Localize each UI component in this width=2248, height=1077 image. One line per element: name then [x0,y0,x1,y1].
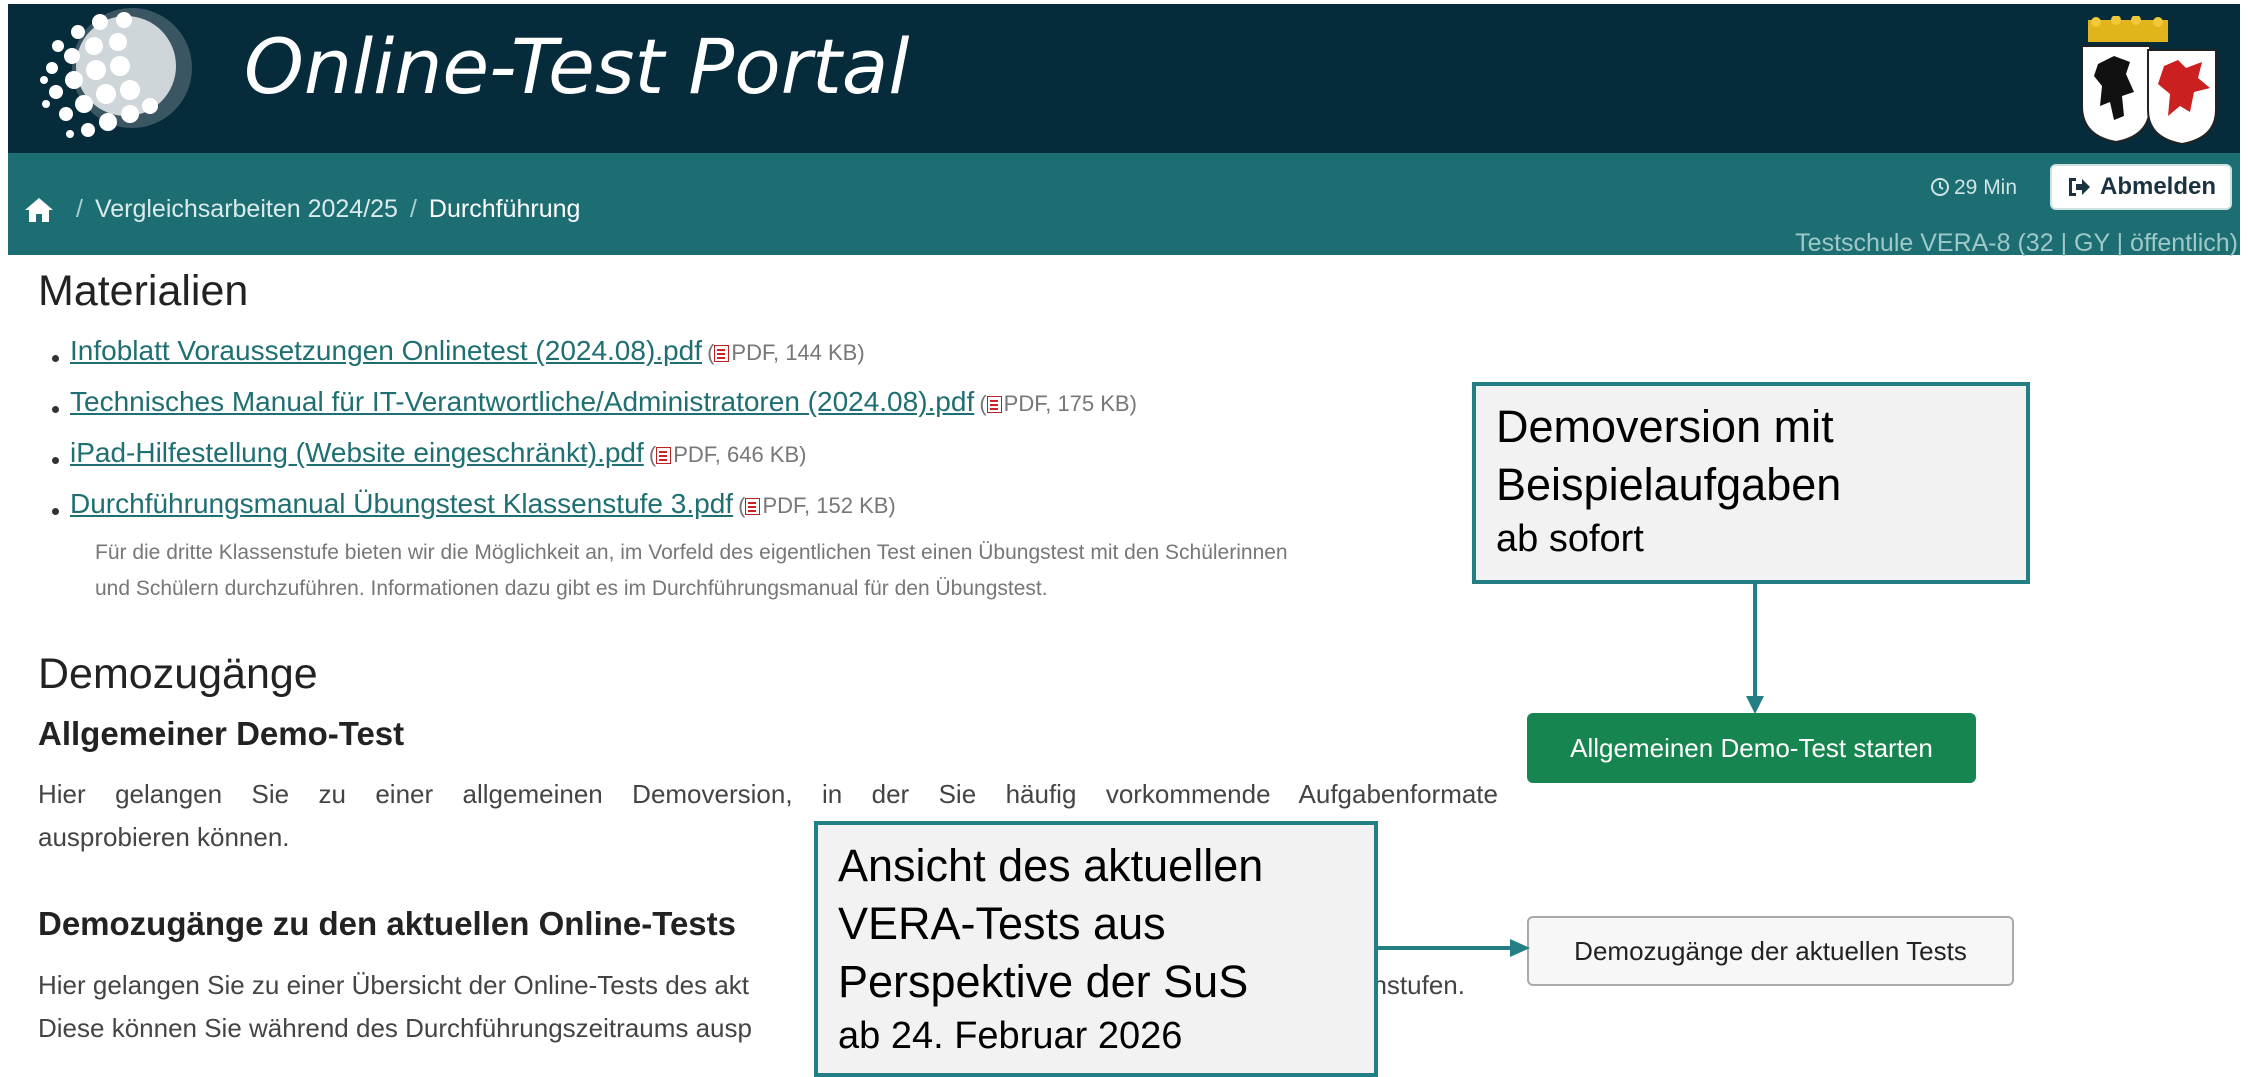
callout-line: Demoversion mit [1496,401,1834,452]
general-demo-heading: Allgemeiner Demo-Test [38,715,405,752]
list-item: Durchführungsmanual Übungstest Klassenst… [52,488,1137,539]
timer-value: 29 Min [1954,176,2018,199]
materials-list: Infoblatt Voraussetzungen Onlinetest (20… [52,335,1137,539]
logout-label: Abmelden [2099,173,2216,200]
materials-heading: Materialien [38,267,249,315]
clock-icon [1931,178,1949,196]
list-item: Infoblatt Voraussetzungen Onlinetest (20… [52,335,1137,386]
callout-arrow-right-icon [1376,939,1530,957]
breadcrumb: / Vergleichsarbeiten 2024/25 / Durchführung [64,195,580,224]
current-demos-button[interactable]: Demozugänge der aktuellen Tests [1527,916,2014,986]
material-link[interactable]: iPad-Hilfestellung (Website eingeschränk… [70,437,644,468]
callout-line: Perspektive der SuS [838,956,1249,1007]
text-line: Hier gelangen Sie zu einer allgemeinen D… [38,779,1498,809]
file-meta: (PDF, 152 KB) [738,493,896,518]
school-info: Testschule VERA-8 (32 | GY | öffentlich) [1795,229,2238,257]
start-general-demo-button[interactable]: Allgemeinen Demo-Test starten [1527,713,1976,783]
material-link[interactable]: Technisches Manual für IT-Verantwortlich… [70,386,974,417]
current-demo-heading: Demozugänge zu den aktuellen Online-Test… [38,905,736,942]
callout-line: ab 24. Februar 2026 [838,1015,1183,1057]
callout-demo-version: Demoversion mit Beispielaufgaben ab sofo… [1472,382,2030,584]
callout-current-tests: Ansicht des aktuellen VERA-Tests aus Per… [814,821,1378,1077]
session-timer: 29 Min [1930,176,2017,200]
breadcrumb-current: Durchführung [428,195,581,223]
breadcrumb-separator: / [76,195,83,223]
file-meta: (PDF, 646 KB) [648,442,807,467]
breadcrumb-separator: / [409,195,417,223]
pdf-icon [656,447,672,464]
pdf-icon [745,498,761,515]
callout-line: VERA-Tests aus [838,898,1166,949]
file-meta: (PDF, 175 KB) [979,391,1137,416]
page-title: Online-Test Portal [244,22,910,111]
list-item: iPad-Hilfestellung (Website eingeschränk… [52,437,1137,488]
page-frame: Online-Test Portal / Vergleichsarbeiten 2… [8,4,2240,1077]
callout-line: Beispielaufgaben [1496,459,1842,510]
portal-logo-icon [40,8,192,138]
file-meta: (PDF, 144 KB) [707,340,865,365]
header-bar: Online-Test Portal [8,4,2240,153]
note-line: und Schülern durchzuführen. Informatione… [95,577,1048,600]
demo-heading: Demozugänge [38,650,318,698]
sign-out-icon [2068,178,2090,196]
material-link[interactable]: Durchführungsmanual Übungstest Klassenst… [70,488,733,519]
callout-arrow-down-icon [1746,582,1764,714]
breadcrumb-link-vergleichsarbeiten[interactable]: Vergleichsarbeiten 2024/25 [95,195,398,223]
material-link[interactable]: Infoblatt Voraussetzungen Onlinetest (20… [70,335,702,366]
nav-bar: / Vergleichsarbeiten 2024/25 / Durchführung… [8,153,2240,257]
logout-button[interactable]: Abmelden [2050,164,2232,210]
home-icon[interactable] [24,197,54,223]
practice-test-note: Für die dritte Klassenstufe bieten wir d… [95,535,1495,607]
note-line: Für die dritte Klassenstufe bieten wir d… [95,541,1288,564]
text-line: Hier gelangen Sie zu einer Übersicht der… [38,970,750,1000]
list-item: Technisches Manual für IT-Verantwortlich… [52,386,1137,437]
callout-line: ab sofort [1496,518,1644,560]
pdf-icon [714,345,730,362]
pdf-icon [986,396,1002,413]
callout-line: Ansicht des aktuellen [838,840,1264,891]
state-crest-icon [2081,16,2217,144]
